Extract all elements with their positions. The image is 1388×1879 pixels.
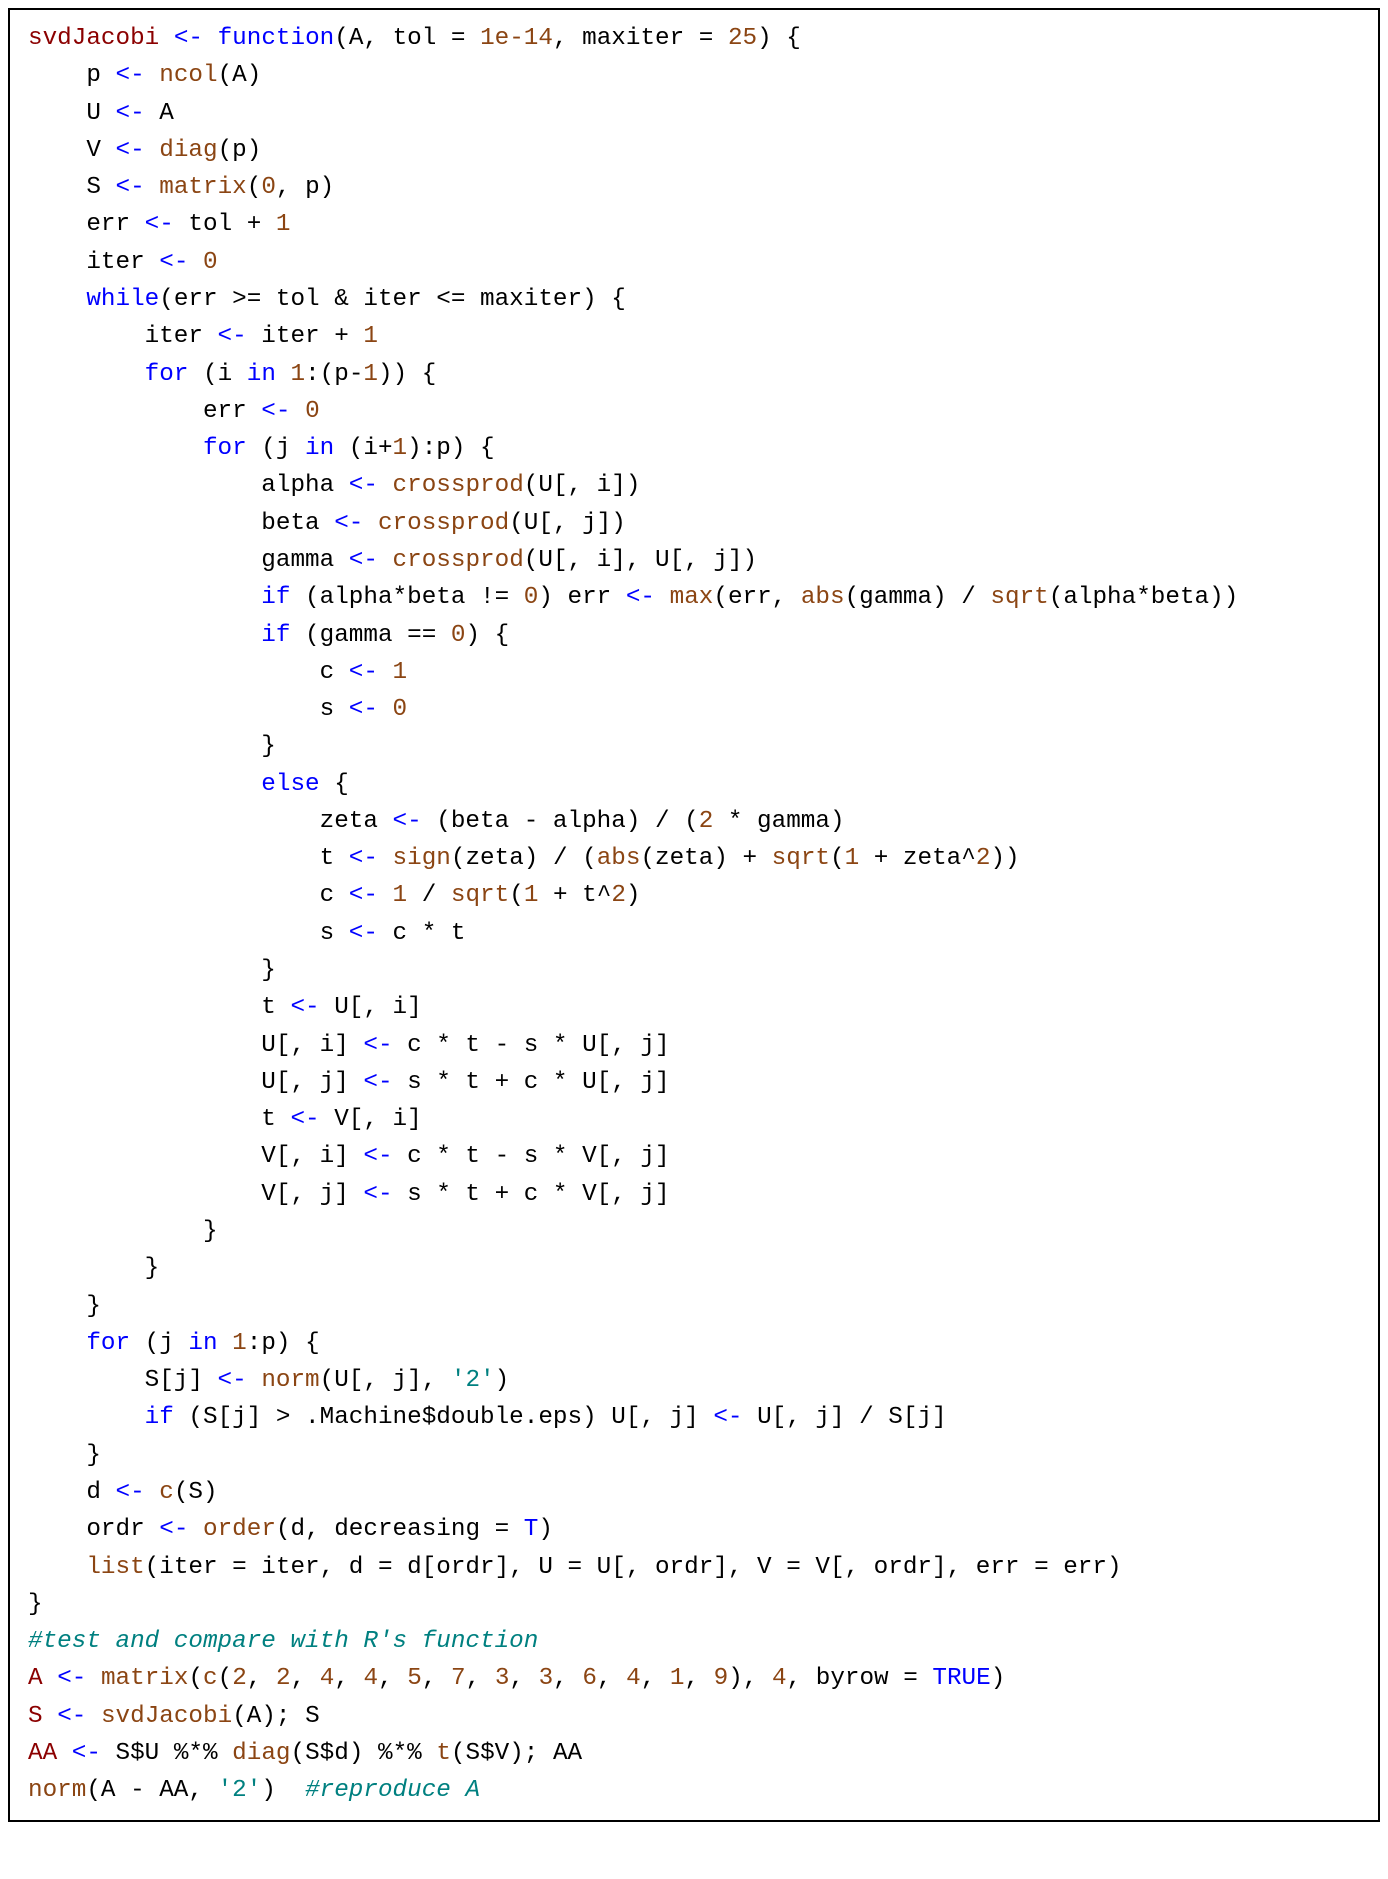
code-line: gamma <- crossprod(U[, i], U[, j]) [28,547,757,574]
code-line: } [28,1255,159,1282]
code-line: t <- sign(zeta) / (abs(zeta) + sqrt(1 + … [28,845,1020,872]
code-line: c <- 1 [28,659,407,686]
code-line: if (alpha*beta != 0) err <- max(err, abs… [28,584,1238,611]
code-line: if (S[j] > .Machine$double.eps) U[, j] <… [28,1404,947,1431]
code-line: } [28,957,276,984]
code-line: t <- U[, i] [28,994,422,1021]
code-box: svdJacobi <- function(A, tol = 1e-14, ma… [8,8,1380,1822]
code-line: s <- 0 [28,696,407,723]
code-line: ordr <- order(d, decreasing = T) [28,1516,553,1543]
code-line: #test and compare with R's function [28,1628,538,1655]
code-line: t <- V[, i] [28,1106,422,1133]
code-line: V[, j] <- s * t + c * V[, j] [28,1181,670,1208]
page: svdJacobi <- function(A, tol = 1e-14, ma… [0,0,1388,1830]
code-line: d <- c(S) [28,1479,218,1506]
code-line: S[j] <- norm(U[, j], '2') [28,1367,509,1394]
code-line: svdJacobi <- function(A, tol = 1e-14, ma… [28,25,801,52]
code-line: U[, j] <- s * t + c * U[, j] [28,1069,670,1096]
code-line: else { [28,771,349,798]
code-line: s <- c * t [28,920,465,947]
code-line: list(iter = iter, d = d[ordr], U = U[, o… [28,1554,1122,1581]
code-line: A <- matrix(c(2, 2, 4, 4, 5, 7, 3, 3, 6,… [28,1665,1005,1692]
code-line: U[, i] <- c * t - s * U[, j] [28,1032,670,1059]
code-line: zeta <- (beta - alpha) / (2 * gamma) [28,808,845,835]
code-line: for (j in (i+1):p) { [28,435,495,462]
code-block: svdJacobi <- function(A, tol = 1e-14, ma… [28,20,1366,1810]
code-line: AA <- S$U %*% diag(S$d) %*% t(S$V); AA [28,1740,582,1767]
code-line: for (j in 1:p) { [28,1330,320,1357]
code-line: beta <- crossprod(U[, j]) [28,510,626,537]
code-line: S <- svdJacobi(A); S [28,1703,320,1730]
code-line: } [28,1591,43,1618]
code-line: } [28,1218,218,1245]
code-line: p <- ncol(A) [28,62,261,89]
code-line: c <- 1 / sqrt(1 + t^2) [28,882,641,909]
code-line: V[, i] <- c * t - s * V[, j] [28,1143,670,1170]
code-line: while(err >= tol & iter <= maxiter) { [28,286,626,313]
code-line: } [28,1442,101,1469]
code-line: V <- diag(p) [28,137,261,164]
code-line: } [28,733,276,760]
code-line: if (gamma == 0) { [28,622,509,649]
code-line: U <- A [28,100,174,127]
code-line: S <- matrix(0, p) [28,174,334,201]
code-line: for (i in 1:(p-1)) { [28,361,436,388]
code-line: iter <- iter + 1 [28,323,378,350]
code-line: alpha <- crossprod(U[, i]) [28,472,640,499]
code-line: iter <- 0 [28,249,218,276]
code-line: norm(A - AA, '2') #reproduce A [28,1777,480,1804]
code-line: err <- tol + 1 [28,211,291,238]
code-line: } [28,1293,101,1320]
code-line: err <- 0 [28,398,320,425]
